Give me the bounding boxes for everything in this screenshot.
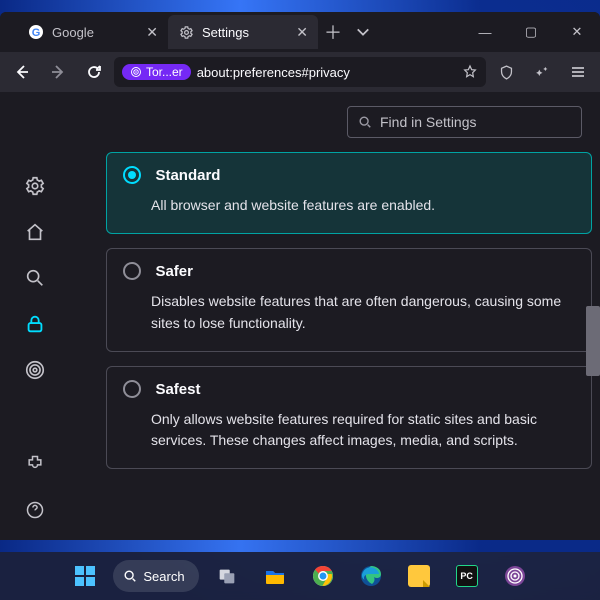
url-text: about:preferences#privacy (197, 65, 350, 80)
security-level-panel: Standard All browser and website feature… (70, 146, 600, 540)
back-button[interactable] (6, 57, 38, 87)
nav-privacy-icon[interactable] (23, 312, 47, 336)
forward-button[interactable] (42, 57, 74, 87)
close-tab-icon[interactable]: ✕ (296, 24, 308, 41)
nav-extensions-icon[interactable] (23, 452, 47, 476)
new-tab-button[interactable]: ＋ (318, 17, 348, 47)
taskbar-search-label: Search (143, 569, 184, 584)
tab-settings[interactable]: Settings ✕ (168, 15, 318, 49)
tab-label: Settings (202, 25, 249, 40)
level-desc: Only allows website features required fo… (151, 409, 575, 452)
sparkle-icon[interactable] (526, 57, 558, 87)
scrollbar-thumb[interactable] (586, 306, 600, 376)
nav-help-icon[interactable] (23, 498, 47, 522)
identity-label: Tor...er (146, 65, 183, 79)
identity-badge[interactable]: Tor...er (122, 64, 191, 80)
tab-list-button[interactable] (348, 17, 378, 47)
security-level-safer[interactable]: Safer Disables website features that are… (106, 248, 592, 352)
google-favicon-icon: G (28, 24, 44, 40)
task-view-button[interactable] (207, 556, 247, 596)
settings-sidenav (0, 146, 70, 540)
find-in-settings-input[interactable]: Find in Settings (347, 106, 582, 138)
gear-icon (178, 24, 194, 40)
radio-icon (123, 166, 141, 184)
settings-content: Find in Settings (0, 92, 600, 540)
window-close-button[interactable]: ✕ (554, 12, 600, 52)
browser-window: G Google ✕ Settings ✕ ＋ — ▢ ✕ (0, 12, 600, 540)
nav-connection-icon[interactable] (23, 358, 47, 382)
reload-button[interactable] (78, 57, 110, 87)
tab-label: Google (52, 25, 94, 40)
start-button[interactable] (65, 556, 105, 596)
chrome-icon[interactable] (303, 556, 343, 596)
level-desc: Disables website features that are often… (151, 291, 575, 334)
sticky-notes-icon[interactable] (399, 556, 439, 596)
edge-icon[interactable] (351, 556, 391, 596)
nav-home-icon[interactable] (23, 220, 47, 244)
shield-icon[interactable] (490, 57, 522, 87)
nav-toolbar: Tor...er about:preferences#privacy (0, 52, 600, 92)
taskbar-search[interactable]: Search (113, 560, 198, 592)
windows-logo-icon (75, 566, 95, 586)
find-placeholder: Find in Settings (380, 114, 477, 130)
window-minimize-button[interactable]: — (462, 12, 508, 52)
window-maximize-button[interactable]: ▢ (508, 12, 554, 52)
app-menu-button[interactable] (562, 57, 594, 87)
nav-search-icon[interactable] (23, 266, 47, 290)
security-level-safest[interactable]: Safest Only allows website features requ… (106, 366, 592, 470)
level-desc: All browser and website features are ena… (151, 195, 575, 217)
tab-google[interactable]: G Google ✕ (18, 15, 168, 49)
radio-icon (123, 262, 141, 280)
file-explorer-icon[interactable] (255, 556, 295, 596)
windows-taskbar: Search PC (0, 552, 600, 600)
nav-general-icon[interactable] (23, 174, 47, 198)
url-bar[interactable]: Tor...er about:preferences#privacy (114, 57, 486, 87)
security-level-standard[interactable]: Standard All browser and website feature… (106, 152, 592, 234)
svg-text:G: G (32, 27, 41, 39)
bookmark-star-icon[interactable] (462, 64, 478, 80)
level-title: Safer (155, 263, 193, 280)
window-controls: — ▢ ✕ (462, 12, 600, 52)
tor-browser-icon[interactable] (495, 556, 535, 596)
tab-strip: G Google ✕ Settings ✕ ＋ — ▢ ✕ (0, 12, 600, 52)
pycharm-icon[interactable]: PC (447, 556, 487, 596)
level-title: Safest (155, 381, 200, 398)
close-tab-icon[interactable]: ✕ (146, 24, 158, 41)
radio-icon (123, 380, 141, 398)
level-title: Standard (155, 167, 220, 184)
